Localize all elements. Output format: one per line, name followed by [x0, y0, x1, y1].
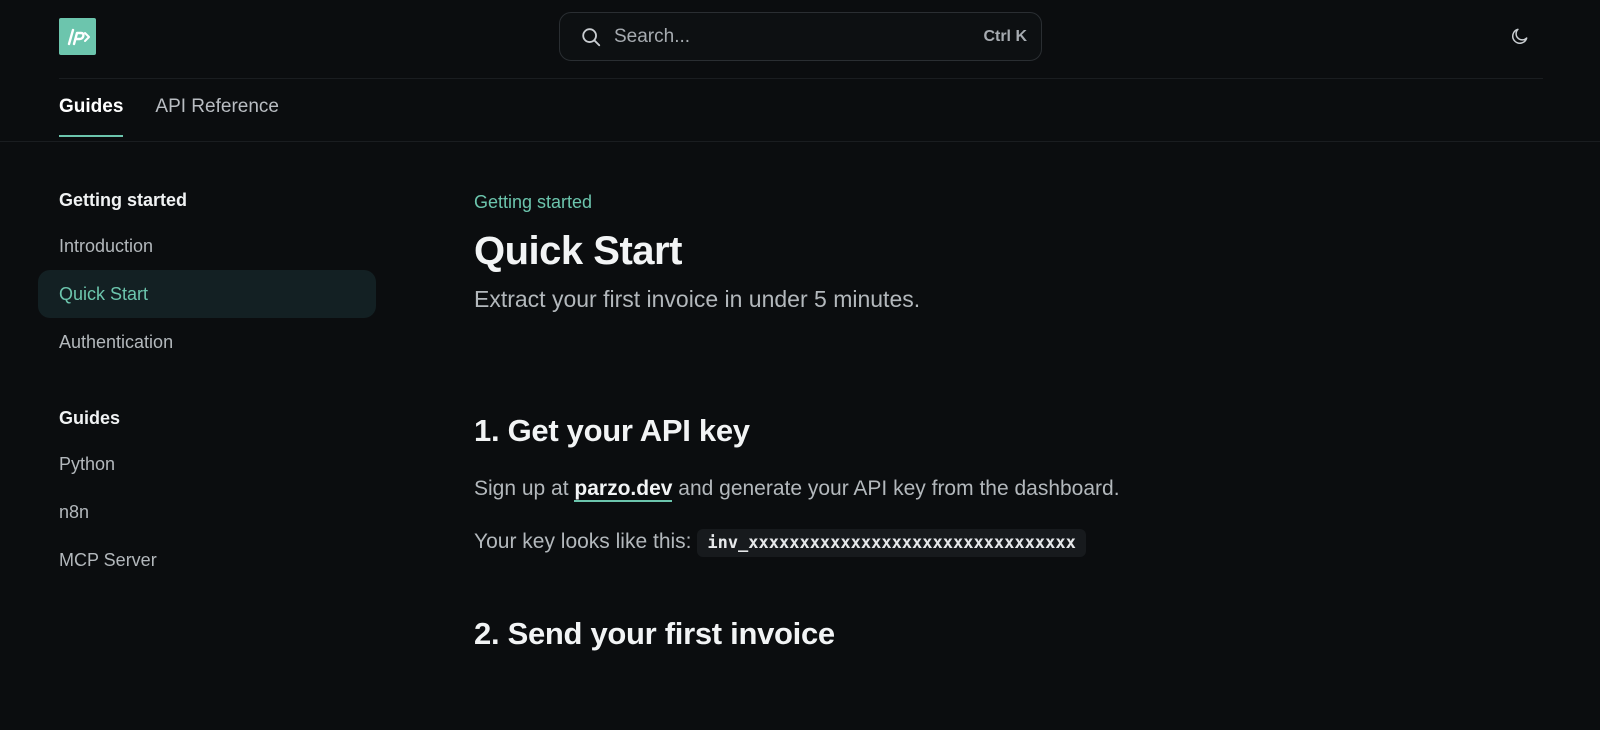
sidebar-item-quick-start[interactable]: Quick Start	[38, 270, 376, 318]
logo-icon	[67, 28, 90, 45]
key-example-paragraph: Your key looks like this: inv_xxxxxxxxxx…	[474, 528, 1474, 558]
sidebar-section-guides: Guides	[59, 407, 121, 428]
step1-heading: 1. Get your API key	[474, 413, 750, 448]
step2-heading: 2. Send your first invoice	[474, 615, 835, 651]
step1-text-prefix: Sign up at	[474, 477, 575, 500]
step1-text-suffix: and generate your API key from the dashb…	[672, 477, 1120, 500]
tab-api-reference[interactable]: API Reference	[155, 96, 279, 136]
page-title: Quick Start	[474, 229, 682, 273]
sidebar-item-python[interactable]: Python	[38, 440, 376, 488]
sidebar-item-n8n[interactable]: n8n	[38, 488, 376, 536]
search-placeholder[interactable]: Search...	[614, 26, 983, 48]
header-divider	[59, 78, 1543, 79]
search-shortcut: Ctrl K	[983, 27, 1027, 45]
top-tabs: Guides API Reference	[59, 96, 311, 137]
page-subtitle: Extract your first invoice in under 5 mi…	[474, 286, 921, 312]
top-bar: Search... Ctrl K Guides API Reference	[0, 0, 1600, 142]
theme-toggle-button[interactable]	[1508, 24, 1532, 48]
api-key-example: inv_xxxxxxxxxxxxxxxxxxxxxxxxxxxxxxxx	[697, 529, 1086, 558]
search-icon	[582, 27, 601, 46]
search-bar[interactable]: Search... Ctrl K	[559, 12, 1042, 61]
sidebar-item-introduction[interactable]: Introduction	[38, 222, 376, 270]
key-example-label: Your key looks like this:	[474, 530, 692, 554]
logo[interactable]	[59, 18, 96, 55]
tab-guides[interactable]: Guides	[59, 96, 124, 137]
step1-paragraph: Sign up at parzo.dev and generate your A…	[474, 475, 1474, 502]
sidebar-section-getting-started: Getting started	[59, 189, 188, 210]
moon-icon	[1512, 28, 1528, 44]
main-content: Getting started Quick Start Extract your…	[474, 192, 1474, 652]
sidebar-item-mcp-server[interactable]: MCP Server	[38, 536, 376, 584]
parzo-link[interactable]: parzo.dev	[574, 477, 673, 502]
sidebar: Getting started Introduction Quick Start…	[38, 178, 376, 584]
sidebar-item-authentication[interactable]: Authentication	[38, 318, 376, 366]
breadcrumb: Getting started	[474, 192, 593, 212]
